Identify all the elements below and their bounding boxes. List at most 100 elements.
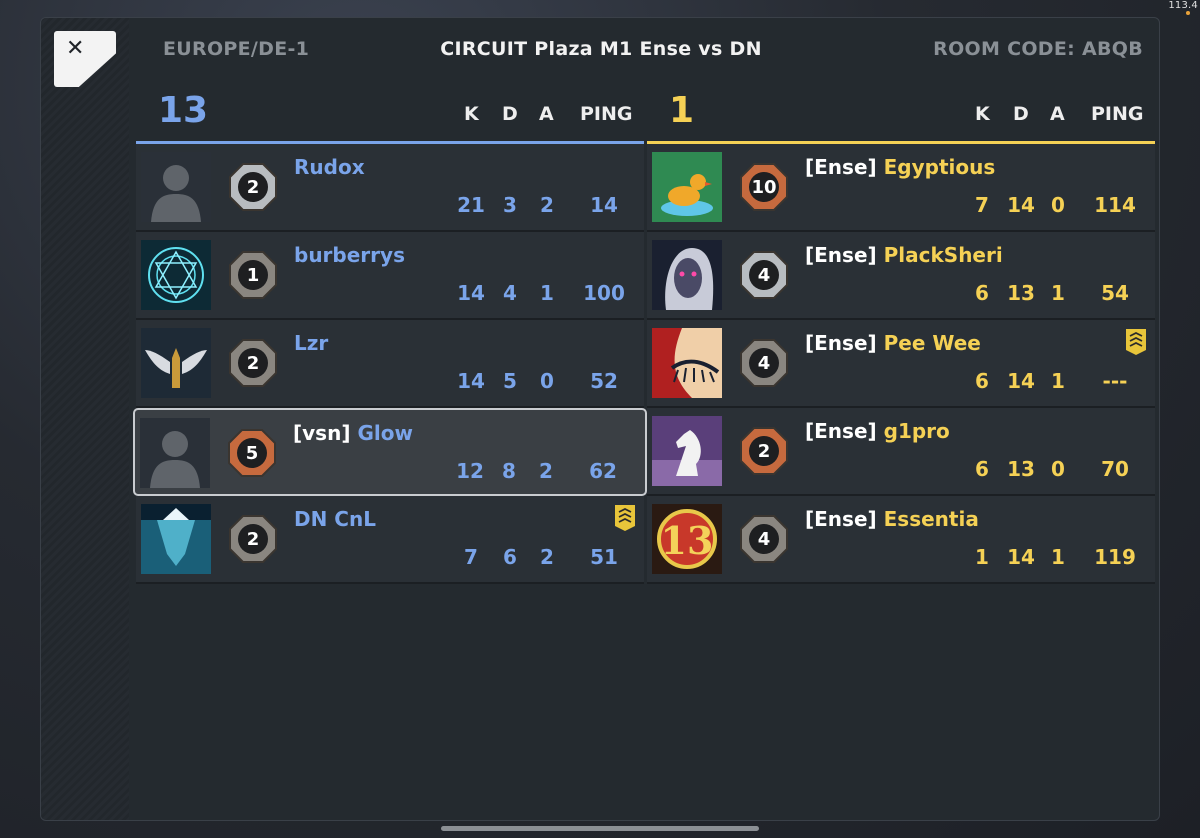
rank-level: 4 [757,528,771,550]
rank-level: 4 [757,352,771,374]
player-assists: 2 [539,459,553,483]
home-indicator[interactable] [441,826,759,831]
player-deaths: 5 [503,369,517,393]
player-assists: 2 [540,193,554,217]
rank-chevron-icon [614,504,636,532]
blue-team-header: 13 K D A PING [136,88,644,144]
player-deaths: 4 [503,281,517,305]
player-row[interactable]: 5 [vsn] Glow 12 8 2 62 [133,408,647,496]
chess-knight-avatar [652,416,722,486]
player-kills: 7 [464,545,478,569]
yellow-team-score: 1 [669,90,695,131]
player-assists: 1 [1051,545,1065,569]
player-deaths: 14 [1007,193,1035,217]
player-row[interactable]: 4 [Ense] PlackSheri 6 13 1 54 [647,232,1155,320]
clan-tag: [Ense] [805,243,884,267]
column-assists-header: A [1050,103,1065,125]
player-nickname: DN CnL [294,507,376,531]
player-name: burberrys [294,243,405,267]
clan-tag: [vsn] [293,421,358,445]
dark-face-avatar [652,240,722,310]
column-kills-header: K [464,103,479,125]
player-nickname: Pee Wee [883,331,981,355]
player-deaths: 14 [1007,545,1035,569]
clan-tag: [Ense] [805,331,884,355]
player-row[interactable]: 2 Lzr 14 5 0 52 [136,320,644,408]
player-row[interactable]: 13 4 [Ense] Essentia 1 14 1 119 [647,496,1155,584]
rank-level: 2 [757,440,771,462]
rank-level: 1 [246,264,260,286]
rank-badge-bronze: 10 [739,162,789,212]
rank-badge-iron: 1 [228,250,278,300]
player-row[interactable]: 2 DN CnL 7 6 2 51 [136,496,644,584]
player-ping: --- [1102,369,1128,393]
scoreboard-panel: ✕ EUROPE/DE-1 CIRCUIT Plaza M1 Ense vs D… [40,17,1160,821]
duck-avatar [652,152,722,222]
player-name: [vsn] Glow [293,421,413,445]
column-deaths-header: D [1013,103,1029,125]
player-deaths: 6 [503,545,517,569]
rank-badge-silver: 2 [228,162,278,212]
rank-level: 5 [245,442,259,464]
player-ping: 114 [1094,193,1136,217]
player-assists: 1 [1051,369,1065,393]
player-nickname: Rudox [294,155,365,179]
yellow-team-header: 1 K D A PING [647,88,1155,144]
rank-level: 2 [246,528,260,550]
clan-tag: [Ense] [805,155,884,179]
rank-level: 2 [246,176,260,198]
player-name: [Ense] Egyptious [805,155,995,179]
number-13-avatar: 13 [652,504,722,574]
rank-badge-bronze: 2 [739,426,789,476]
player-nickname: Egyptious [883,155,996,179]
fps-indicator-dot [1186,11,1190,15]
silhouette-avatar [141,152,211,222]
rank-badge-iron: 4 [739,514,789,564]
player-ping: 52 [590,369,618,393]
player-ping: 70 [1101,457,1129,481]
svg-text:13: 13 [661,518,714,563]
rank-chevron-icon [1125,328,1147,356]
player-row[interactable]: 2 Rudox 21 3 2 14 [136,144,644,232]
player-ping: 51 [590,545,618,569]
yellow-team-section: 1 K D A PING 10 [Ense] Egyptious 7 14 0 114 4[… [647,88,1155,584]
column-kills-header: K [975,103,990,125]
player-nickname: PlackSheri [883,243,1003,267]
player-row[interactable]: 2 [Ense] g1pro 6 13 0 70 [647,408,1155,496]
player-name: [Ense] Pee Wee [805,331,981,355]
clan-tag: [Ense] [805,507,884,531]
magic-circle-avatar [141,240,211,310]
fps-counter: 113.4 [1168,0,1198,11]
player-kills: 1 [975,545,989,569]
player-deaths: 8 [502,459,516,483]
player-kills: 14 [457,281,485,305]
eyelash-avatar [652,328,722,398]
rank-badge-iron: 2 [228,338,278,388]
player-kills: 6 [975,281,989,305]
rank-level: 2 [246,352,260,374]
player-row[interactable]: 10 [Ense] Egyptious 7 14 0 114 [647,144,1155,232]
player-row[interactable]: 1 burberrys 14 4 1 100 [136,232,644,320]
player-deaths: 13 [1007,457,1035,481]
player-deaths: 3 [503,193,517,217]
player-assists: 1 [540,281,554,305]
player-row[interactable]: 4 [Ense] Pee Wee 6 14 1 --- [647,320,1155,408]
rank-badge-bronze: 5 [227,428,277,478]
player-name: [Ense] Essentia [805,507,979,531]
player-assists: 1 [1051,281,1065,305]
player-ping: 54 [1101,281,1129,305]
player-kills: 6 [975,369,989,393]
rank-badge-iron: 4 [739,338,789,388]
blue-team-score: 13 [158,90,209,131]
player-nickname: Glow [357,421,413,445]
player-kills: 6 [975,457,989,481]
player-ping: 14 [590,193,618,217]
player-assists: 0 [540,369,554,393]
winged-bullet-avatar [141,328,211,398]
player-nickname: burberrys [294,243,405,267]
blue-team-rows: 2 Rudox 21 3 2 14 1 burberrys 14 4 1 100 2 Lzr 14 5 0 52 5… [133,144,647,584]
player-ping: 62 [589,459,617,483]
player-assists: 0 [1051,193,1065,217]
clan-tag: [Ense] [805,419,884,443]
player-assists: 2 [540,545,554,569]
